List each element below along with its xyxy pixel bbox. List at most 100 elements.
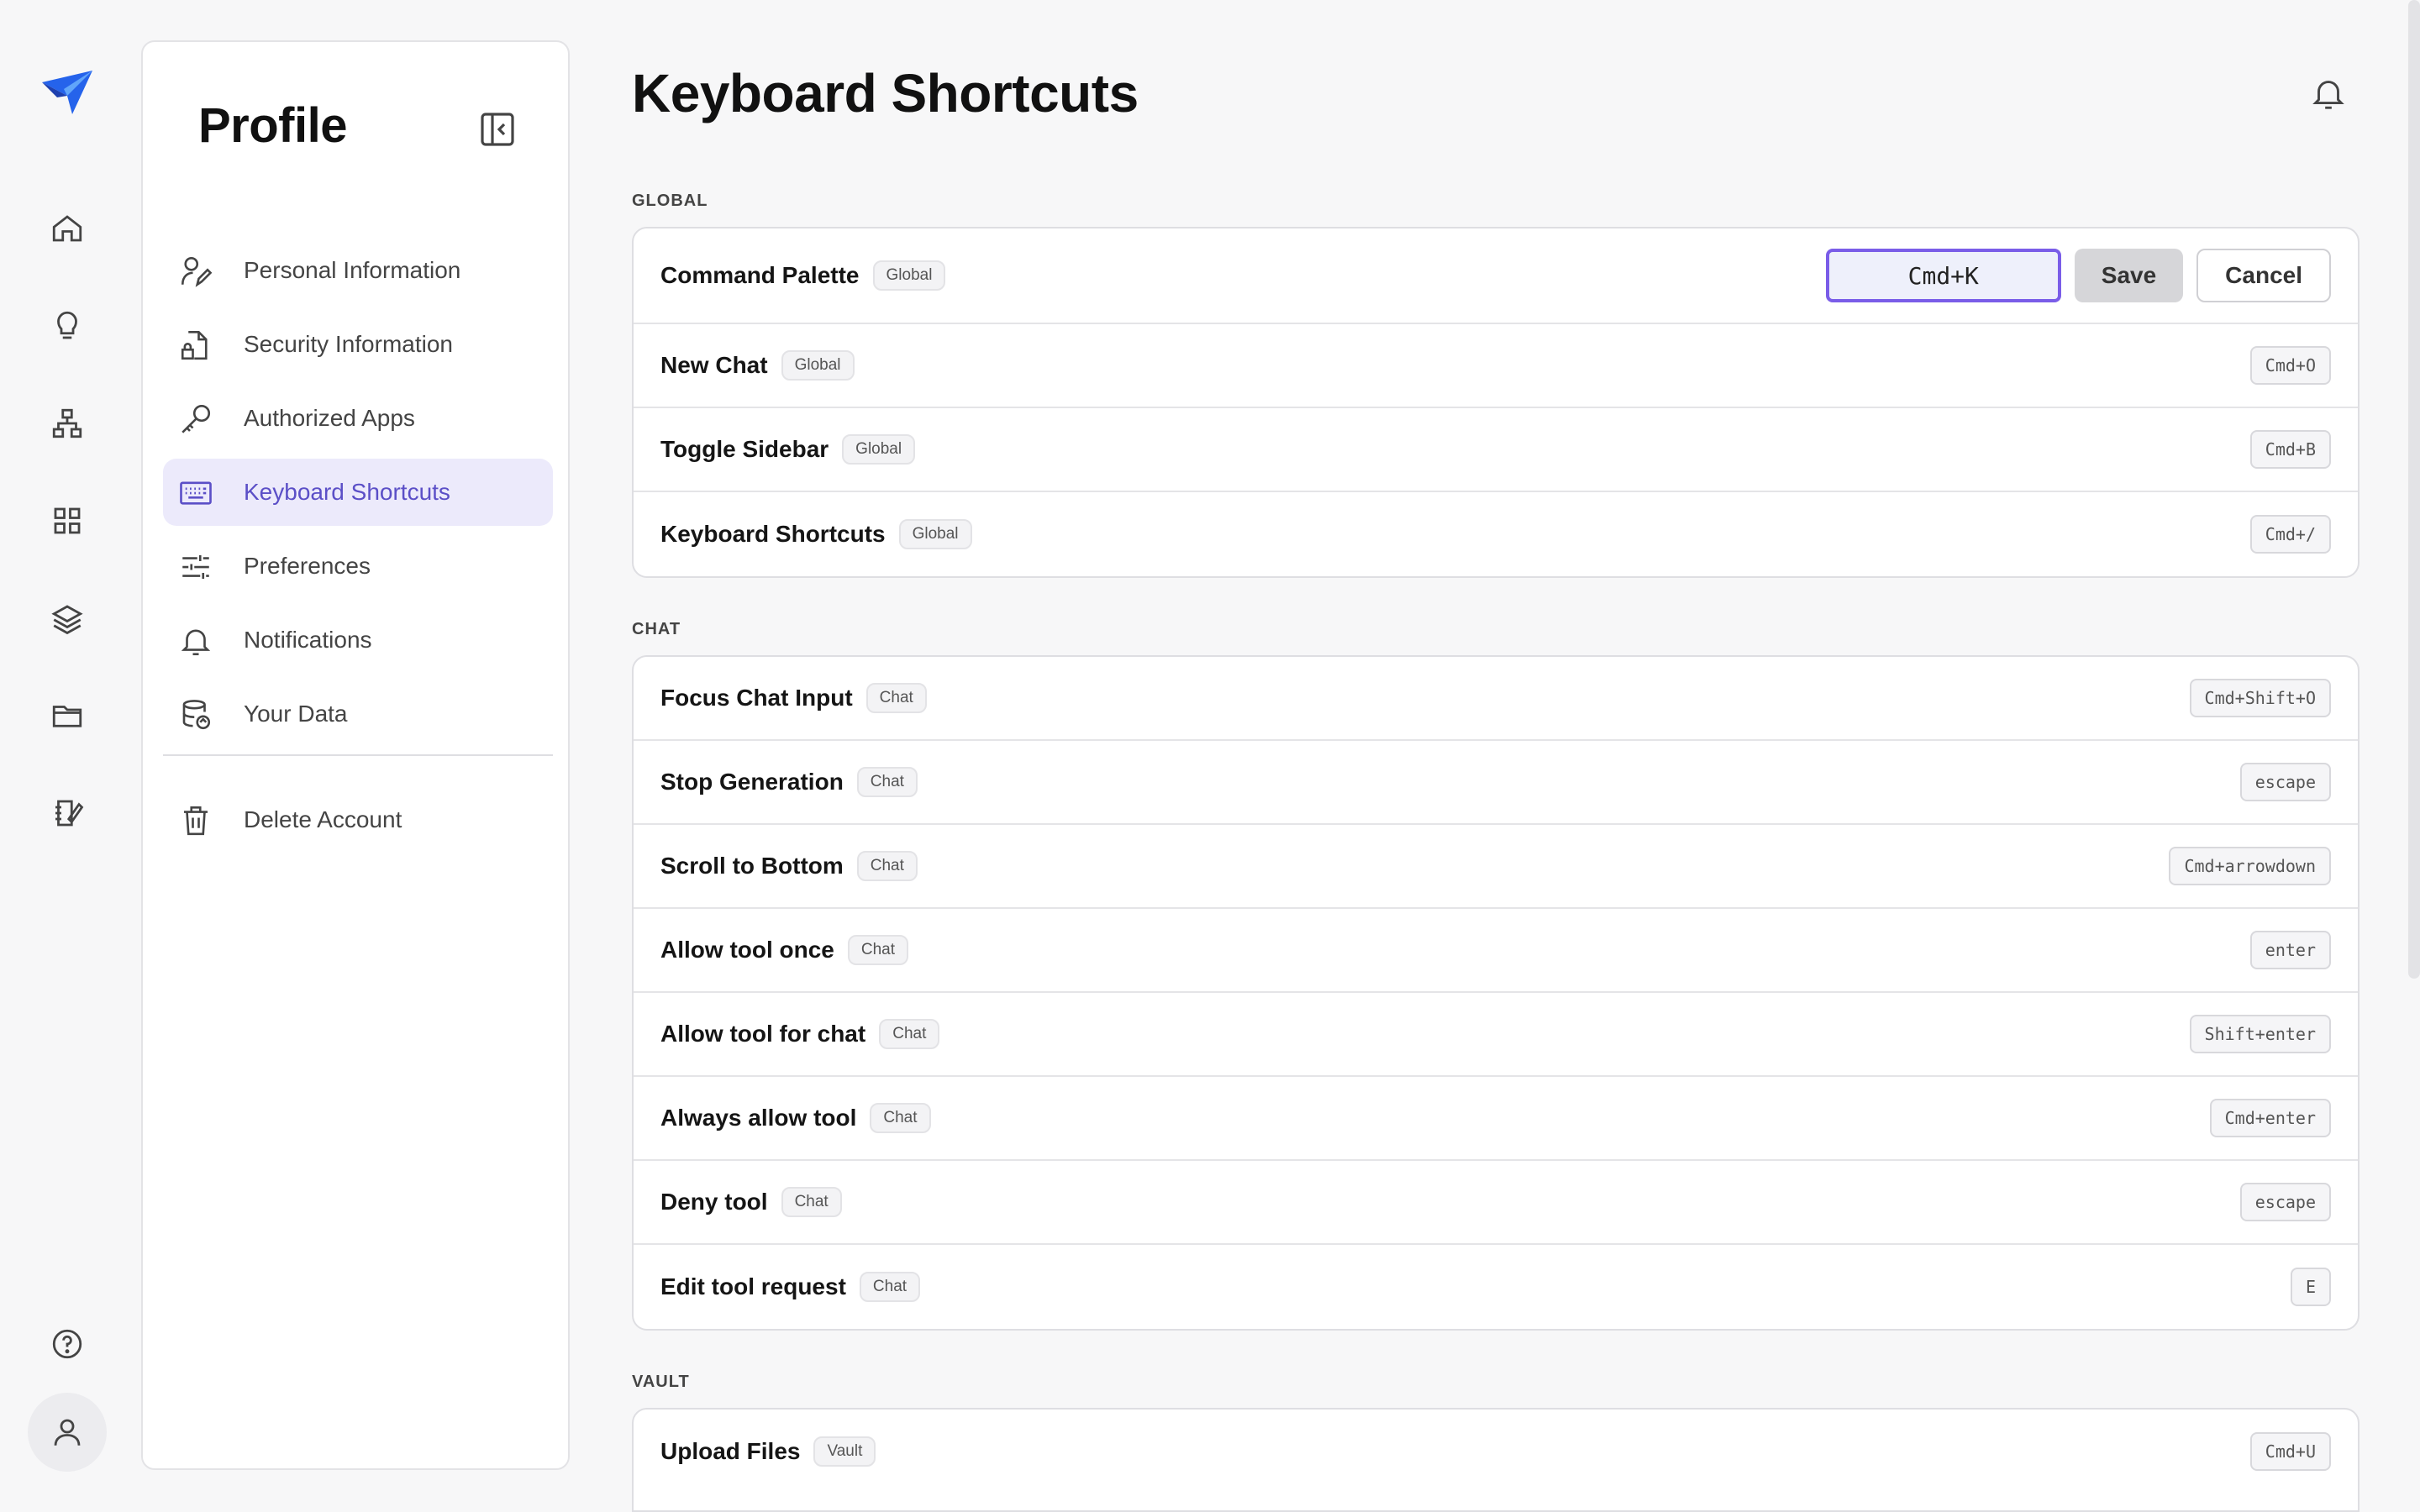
shortcut-name: Stop Generation bbox=[660, 769, 844, 795]
shortcut-row-deny-tool[interactable]: Deny tool Chat escape bbox=[634, 1161, 2358, 1245]
shortcut-key[interactable]: Cmd+enter bbox=[2209, 1099, 2331, 1137]
shortcut-name: Toggle Sidebar bbox=[660, 436, 829, 462]
shortcut-row-toggle-sidebar[interactable]: Toggle Sidebar Global Cmd+B bbox=[634, 408, 2358, 492]
shortcut-row-always-allow-tool[interactable]: Always allow tool Chat Cmd+enter bbox=[634, 1077, 2358, 1161]
page-scrollbar[interactable] bbox=[2408, 0, 2420, 979]
shortcut-card-vault: Upload Files Vault Cmd+U bbox=[632, 1408, 2360, 1512]
profile-menu: Personal Information Security Informatio… bbox=[163, 237, 553, 860]
shortcut-row-stop-generation[interactable]: Stop Generation Chat escape bbox=[634, 741, 2358, 825]
shortcut-name: Always allow tool bbox=[660, 1105, 857, 1131]
shortcut-name: Allow tool once bbox=[660, 937, 834, 963]
profile-panel: Profile Personal Information Security In… bbox=[141, 40, 570, 1470]
shortcut-key[interactable]: Cmd+arrowdown bbox=[2169, 847, 2331, 885]
section-label-global: GLOBAL bbox=[632, 192, 708, 210]
shortcut-key[interactable]: escape bbox=[2239, 1183, 2331, 1221]
shortcut-card-global: Command Palette Global Save Cancel New C… bbox=[632, 227, 2360, 578]
shortcut-name: Keyboard Shortcuts bbox=[660, 521, 886, 547]
menu-item-label: Security Information bbox=[244, 331, 453, 357]
menu-item-label: Authorized Apps bbox=[244, 405, 415, 431]
shortcut-tag: Chat bbox=[859, 1272, 921, 1302]
document-lock-icon bbox=[178, 328, 213, 363]
grid-icon[interactable] bbox=[28, 481, 107, 560]
help-icon[interactable] bbox=[28, 1305, 107, 1383]
shortcut-key[interactable]: Cmd+/ bbox=[2249, 515, 2331, 554]
menu-item-keyboard-shortcuts[interactable]: Keyboard Shortcuts bbox=[163, 459, 553, 526]
user-edit-icon bbox=[178, 254, 213, 289]
icon-rail bbox=[0, 0, 134, 1512]
shortcut-tag: Chat bbox=[856, 767, 918, 797]
menu-item-personal-information[interactable]: Personal Information bbox=[163, 237, 553, 304]
shortcut-input[interactable] bbox=[1825, 249, 2061, 302]
shortcut-tag: Global bbox=[872, 260, 946, 291]
sliders-icon bbox=[178, 549, 213, 585]
shortcut-row-allow-tool-once[interactable]: Allow tool once Chat enter bbox=[634, 909, 2358, 993]
shortcut-key[interactable]: E bbox=[2290, 1268, 2331, 1306]
home-icon[interactable] bbox=[28, 189, 107, 268]
shortcut-tag: Chat bbox=[865, 683, 927, 713]
shortcut-key[interactable]: Cmd+O bbox=[2249, 346, 2331, 385]
shortcut-tag: Chat bbox=[781, 1187, 842, 1217]
menu-item-label: Your Data bbox=[244, 701, 348, 727]
shortcut-tag: Vault bbox=[813, 1436, 876, 1467]
section-label-chat: CHAT bbox=[632, 620, 681, 638]
keyboard-icon bbox=[178, 475, 213, 511]
page-title: Keyboard Shortcuts bbox=[632, 63, 1139, 123]
menu-item-your-data[interactable]: Your Data bbox=[163, 680, 553, 748]
shortcut-tag: Global bbox=[898, 519, 972, 549]
shortcut-row-focus-chat-input[interactable]: Focus Chat Input Chat Cmd+Shift+O bbox=[634, 657, 2358, 741]
shortcut-name: Command Palette bbox=[660, 262, 860, 288]
menu-item-label: Keyboard Shortcuts bbox=[244, 479, 450, 505]
shortcut-key[interactable]: escape bbox=[2239, 763, 2331, 801]
shortcut-row-new-chat[interactable]: New Chat Global Cmd+O bbox=[634, 324, 2358, 408]
shortcut-row-edit-tool-request[interactable]: Edit tool request Chat E bbox=[634, 1245, 2358, 1329]
menu-item-security-information[interactable]: Security Information bbox=[163, 311, 553, 378]
shortcut-name: Deny tool bbox=[660, 1189, 768, 1215]
shortcut-row-upload-files[interactable]: Upload Files Vault Cmd+U bbox=[634, 1410, 2358, 1494]
notifications-bell-icon[interactable] bbox=[2309, 74, 2348, 113]
shortcut-key[interactable]: enter bbox=[2249, 931, 2331, 969]
section-label-vault: VAULT bbox=[632, 1373, 690, 1391]
shortcut-card-chat: Focus Chat Input Chat Cmd+Shift+O Stop G… bbox=[632, 655, 2360, 1331]
shortcut-name: Allow tool for chat bbox=[660, 1021, 866, 1047]
shortcut-tag: Chat bbox=[879, 1019, 940, 1049]
bell-icon bbox=[178, 623, 213, 659]
lightbulb-icon[interactable] bbox=[28, 286, 107, 365]
shortcut-name: Upload Files bbox=[660, 1438, 801, 1464]
menu-item-authorized-apps[interactable]: Authorized Apps bbox=[163, 385, 553, 452]
shortcut-row-keyboard-shortcuts[interactable]: Keyboard Shortcuts Global Cmd+/ bbox=[634, 492, 2358, 576]
menu-item-label: Personal Information bbox=[244, 257, 461, 283]
org-chart-icon[interactable] bbox=[28, 384, 107, 463]
shortcut-row-allow-tool-for-chat[interactable]: Allow tool for chat Chat Shift+enter bbox=[634, 993, 2358, 1077]
folder-icon[interactable] bbox=[28, 676, 107, 755]
shortcut-tag: Global bbox=[842, 434, 916, 465]
user-icon[interactable] bbox=[28, 1393, 107, 1472]
shortcut-key[interactable]: Shift+enter bbox=[2189, 1015, 2331, 1053]
shortcut-name: Edit tool request bbox=[660, 1273, 846, 1299]
shortcut-key[interactable]: Cmd+U bbox=[2249, 1432, 2331, 1471]
shortcut-tag: Global bbox=[781, 350, 855, 381]
menu-item-label: Notifications bbox=[244, 627, 372, 653]
shortcut-edit-group: Save Cancel bbox=[1825, 249, 2331, 302]
menu-item-label: Preferences bbox=[244, 553, 371, 579]
shortcut-name: Scroll to Bottom bbox=[660, 853, 844, 879]
shortcut-key[interactable]: Cmd+B bbox=[2249, 430, 2331, 469]
menu-item-preferences[interactable]: Preferences bbox=[163, 533, 553, 600]
notebook-edit-icon[interactable] bbox=[28, 774, 107, 853]
shortcut-name: Focus Chat Input bbox=[660, 685, 853, 711]
layers-icon[interactable] bbox=[28, 579, 107, 658]
shortcut-tag: Chat bbox=[847, 935, 909, 965]
profile-title: Profile bbox=[198, 98, 348, 153]
menu-item-delete-account[interactable]: Delete Account bbox=[163, 786, 553, 853]
cancel-button[interactable]: Cancel bbox=[2196, 249, 2331, 302]
shortcut-row-command-palette[interactable]: Command Palette Global Save Cancel bbox=[634, 228, 2358, 324]
shortcut-row-scroll-to-bottom[interactable]: Scroll to Bottom Chat Cmd+arrowdown bbox=[634, 825, 2358, 909]
save-button[interactable]: Save bbox=[2074, 249, 2184, 302]
menu-divider bbox=[163, 754, 553, 756]
shortcut-key[interactable]: Cmd+Shift+O bbox=[2189, 679, 2331, 717]
menu-item-notifications[interactable]: Notifications bbox=[163, 606, 553, 674]
collapse-sidebar-icon[interactable] bbox=[477, 109, 518, 150]
trash-icon bbox=[178, 803, 213, 838]
database-icon bbox=[178, 697, 213, 732]
shortcut-tag: Chat bbox=[856, 851, 918, 881]
app-logo-icon[interactable] bbox=[39, 67, 96, 118]
